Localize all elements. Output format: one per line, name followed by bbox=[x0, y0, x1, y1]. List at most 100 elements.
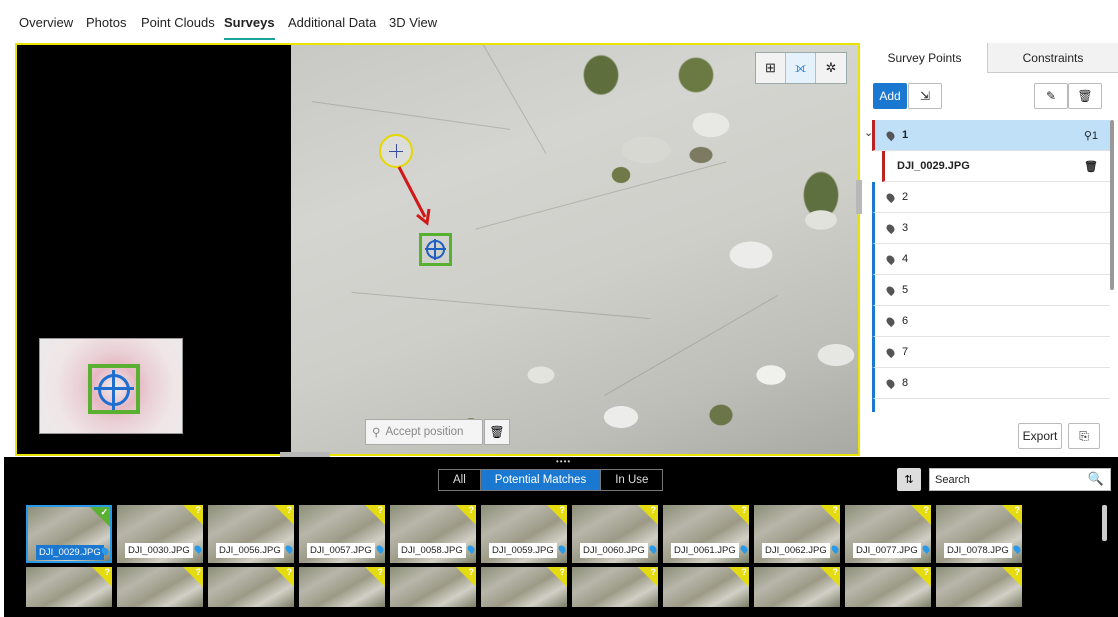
photo-thumbnail[interactable]: ? DJI_0057.JPG bbox=[299, 505, 385, 563]
thumbnail-label: DJI_0060.JPG bbox=[580, 543, 648, 558]
import-icon[interactable]: ⇲ bbox=[908, 83, 942, 109]
question-icon: ? bbox=[832, 505, 839, 515]
photo-thumbnail[interactable]: ? DJI_0059.JPG bbox=[481, 505, 567, 563]
add-button[interactable]: Add bbox=[873, 83, 907, 109]
thumbnail-label: DJI_0056.JPG bbox=[216, 543, 284, 558]
tab-additional-data[interactable]: Additional Data bbox=[288, 15, 376, 40]
photo-thumbnail[interactable]: ? bbox=[936, 567, 1022, 607]
photo-thumbnail[interactable]: ? DJI_0062.JPG bbox=[754, 505, 840, 563]
fit-view-icon[interactable]: ⊞ bbox=[756, 53, 786, 83]
photo-thumbnail[interactable]: ? bbox=[208, 567, 294, 607]
location-icon bbox=[557, 544, 567, 554]
sort-icon[interactable]: ⇅ bbox=[897, 468, 921, 491]
thumbnail-label: DJI_0057.JPG bbox=[307, 543, 375, 558]
thumbnail-label: DJI_0059.JPG bbox=[489, 543, 557, 558]
photo-thumbnail[interactable]: ? bbox=[299, 567, 385, 607]
question-icon: ? bbox=[559, 505, 566, 515]
image-viewer[interactable]: ⊞ ⟗ ✲ ⚲ Accept position 🗑 bbox=[15, 43, 860, 456]
tab-surveys[interactable]: Surveys bbox=[224, 15, 275, 40]
photo-thumbnail[interactable]: ? DJI_0056.JPG bbox=[208, 505, 294, 563]
list-item[interactable]: 3 bbox=[872, 213, 1110, 244]
question-icon: ? bbox=[195, 505, 202, 515]
survey-photo[interactable]: ⊞ ⟗ ✲ ⚲ Accept position 🗑 bbox=[291, 45, 858, 454]
thumbnail-label: DJI_0030.JPG bbox=[125, 543, 193, 558]
location-icon bbox=[739, 544, 749, 554]
trash-icon[interactable]: 🗑 bbox=[484, 419, 510, 445]
filter-all[interactable]: All bbox=[439, 470, 481, 490]
scrollbar[interactable] bbox=[1102, 505, 1107, 541]
location-icon bbox=[466, 544, 476, 554]
tab-point-clouds[interactable]: Point Clouds bbox=[141, 15, 215, 40]
photo-thumbnail[interactable]: ? bbox=[663, 567, 749, 607]
photo-thumbnail[interactable]: ? DJI_0058.JPG bbox=[390, 505, 476, 563]
tab-3d-view[interactable]: 3D View bbox=[389, 15, 437, 40]
list-item[interactable]: 8 bbox=[872, 368, 1110, 399]
viewer-toolbar: ⊞ ⟗ ✲ bbox=[755, 52, 847, 84]
question-icon: ? bbox=[286, 505, 293, 515]
photo-thumbnail[interactable]: ? bbox=[26, 567, 112, 607]
export-button[interactable]: Export bbox=[1018, 423, 1062, 449]
thumbnail-label: DJI_0078.JPG bbox=[944, 543, 1012, 558]
tab-constraints[interactable]: Constraints bbox=[987, 43, 1118, 73]
photo-thumbnail[interactable]: ? DJI_0061.JPG bbox=[663, 505, 749, 563]
thumbnail-label: DJI_0061.JPG bbox=[671, 543, 739, 558]
pin-icon bbox=[884, 315, 897, 327]
photo-thumbnail[interactable]: ? bbox=[390, 567, 476, 607]
question-icon: ? bbox=[923, 505, 930, 515]
location-icon bbox=[830, 544, 840, 554]
list-item[interactable]: 5 bbox=[872, 275, 1110, 306]
accept-position-button[interactable]: ⚲ Accept position bbox=[365, 419, 483, 445]
thumbnail-label: DJI_0077.JPG bbox=[853, 543, 921, 558]
location-icon bbox=[921, 544, 931, 554]
photo-thumbnail[interactable]: ? bbox=[845, 567, 931, 607]
list-item[interactable]: 7 bbox=[872, 337, 1110, 368]
pin-icon bbox=[884, 377, 897, 389]
photo-thumbnail[interactable]: ? bbox=[117, 567, 203, 607]
top-nav: Overview Photos Point Clouds Surveys Add… bbox=[0, 0, 1118, 40]
search-icon[interactable]: 🔍 bbox=[1088, 471, 1104, 487]
question-icon: ? bbox=[559, 567, 566, 577]
photo-thumbnail[interactable]: ? DJI_0078.JPG bbox=[936, 505, 1022, 563]
search-input[interactable]: Search 🔍 bbox=[929, 468, 1111, 491]
match-count: ⚲1 bbox=[1083, 129, 1098, 142]
tab-survey-points[interactable]: Survey Points bbox=[862, 43, 987, 73]
photo-thumbnail[interactable]: ? DJI_0077.JPG bbox=[845, 505, 931, 563]
location-icon bbox=[648, 544, 658, 554]
scrollbar[interactable] bbox=[1110, 120, 1114, 290]
matched-marker[interactable] bbox=[419, 233, 452, 266]
photo-thumbnail[interactable]: ? bbox=[572, 567, 658, 607]
pin-icon bbox=[884, 284, 897, 296]
list-item[interactable]: 2 bbox=[872, 182, 1110, 213]
edit-icon[interactable]: ✎ bbox=[1034, 83, 1068, 109]
clipboard-icon[interactable]: ⎘ bbox=[1068, 423, 1100, 449]
question-icon: ? bbox=[832, 567, 839, 577]
question-icon: ? bbox=[923, 567, 930, 577]
thumbnail-label: DJI_0029.JPG bbox=[36, 545, 104, 560]
photo-thumbnail[interactable]: ? DJI_0030.JPG bbox=[117, 505, 203, 563]
thumbnail-label: DJI_0062.JPG bbox=[762, 543, 830, 558]
filter-in-use[interactable]: In Use bbox=[601, 470, 662, 490]
pin-icon bbox=[884, 129, 897, 141]
survey-point-list: ⌄ 1 ⚲1 DJI_0029.JPG 🗑 2 3 4 5 6 7 8 bbox=[862, 120, 1114, 412]
drag-handle-icon[interactable]: •••• bbox=[556, 457, 571, 466]
trash-icon[interactable]: 🗑 bbox=[1084, 160, 1098, 173]
tab-photos[interactable]: Photos bbox=[86, 15, 126, 40]
photo-thumbnail[interactable]: ✓ DJI_0029.JPG bbox=[26, 505, 112, 563]
list-item[interactable]: 6 bbox=[872, 306, 1110, 337]
question-icon: ? bbox=[286, 567, 293, 577]
question-icon: ? bbox=[377, 567, 384, 577]
list-item[interactable]: DJI_0029.JPG 🗑 bbox=[882, 151, 1110, 182]
list-item[interactable] bbox=[872, 399, 1110, 412]
trash-icon[interactable]: 🗑 bbox=[1068, 83, 1102, 109]
pin-outline-icon: ⚲ bbox=[1083, 129, 1092, 142]
list-item[interactable]: 4 bbox=[872, 244, 1110, 275]
question-icon: ? bbox=[1014, 505, 1021, 515]
tab-overview[interactable]: Overview bbox=[19, 15, 73, 40]
photo-thumbnail[interactable]: ? DJI_0060.JPG bbox=[572, 505, 658, 563]
list-item[interactable]: 1 ⚲1 bbox=[872, 120, 1110, 151]
measure-icon[interactable]: ⟗ bbox=[786, 53, 816, 83]
filter-potential-matches[interactable]: Potential Matches bbox=[480, 470, 602, 490]
settings-icon[interactable]: ✲ bbox=[816, 53, 846, 83]
photo-thumbnail[interactable]: ? bbox=[754, 567, 840, 607]
photo-thumbnail[interactable]: ? bbox=[481, 567, 567, 607]
